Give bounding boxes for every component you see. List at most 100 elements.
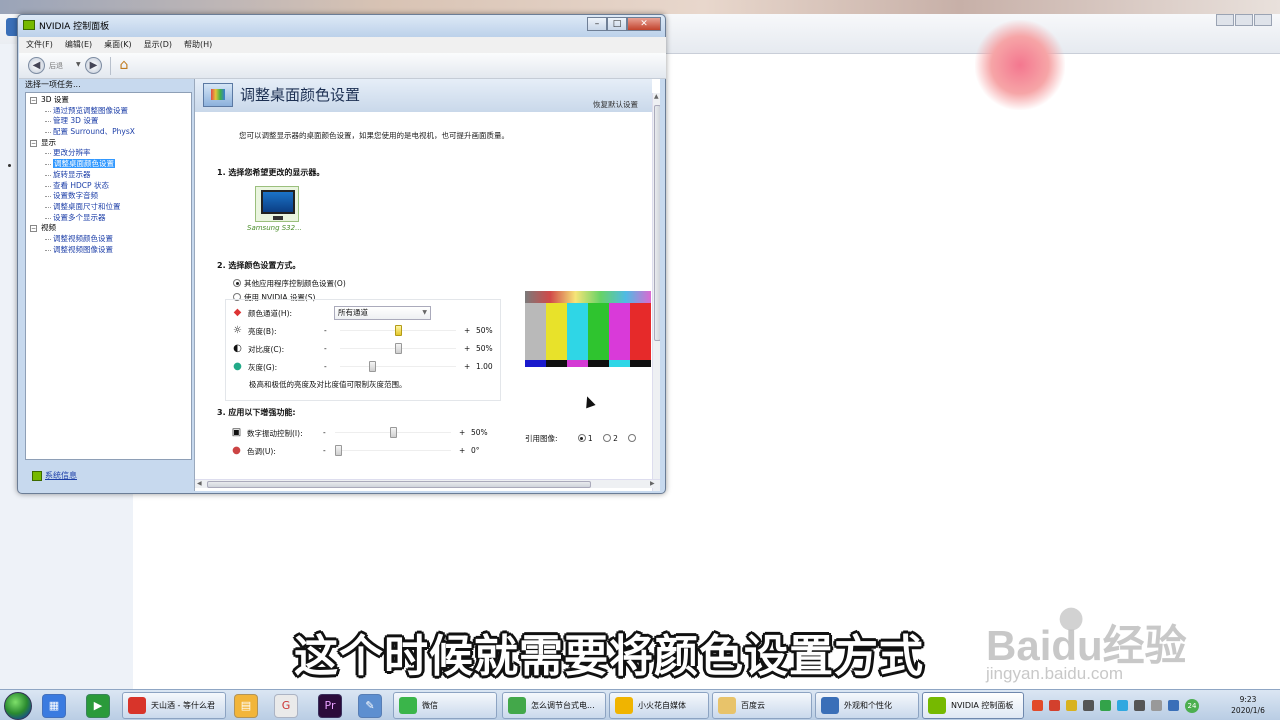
tree-item[interactable]: 管理 3D 设置 (26, 116, 191, 127)
back-history-dropdown-icon[interactable]: ▼ (76, 61, 81, 68)
menu-display[interactable]: 显示(D) (144, 37, 172, 53)
minimize-button[interactable]: – (587, 17, 607, 31)
radio-button[interactable] (628, 434, 637, 442)
tray-sogou-icon[interactable] (1032, 700, 1043, 711)
brightness-slider[interactable] (340, 325, 456, 336)
tree-item[interactable]: 调整视频颜色设置 (26, 234, 191, 245)
radio-button[interactable] (603, 434, 612, 442)
display-selector[interactable] (255, 186, 299, 222)
gamma-minus[interactable]: - (324, 362, 327, 371)
contrast-slider-thumb[interactable] (394, 343, 402, 354)
home-icon[interactable]: ⌂ (115, 56, 133, 74)
bg-maximize-button[interactable] (1235, 14, 1253, 26)
radio-other-app-control[interactable]: 其他应用程序控制颜色设置(O) (233, 278, 346, 289)
tree-item[interactable]: 调整桌面尺寸和位置 (26, 202, 191, 213)
taskbar-button-personalization[interactable]: 外观和个性化 (815, 692, 919, 719)
horizontal-scrollbar[interactable]: ◀ ▶ (195, 479, 660, 488)
tray-icon[interactable] (1168, 700, 1179, 711)
system-info-link[interactable]: 系统信息 (32, 470, 77, 481)
tray-network-icon[interactable] (1083, 700, 1094, 711)
bg-minimize-button[interactable] (1216, 14, 1234, 26)
tree-item[interactable]: 设置数字音频 (26, 191, 191, 202)
reference-image-option-2[interactable]: 2 (603, 434, 618, 443)
tree-item[interactable]: 通过预览调整图像设置 (26, 106, 191, 117)
collapse-icon[interactable]: − (30, 139, 37, 147)
tray-chat-icon[interactable] (1117, 700, 1128, 711)
collapse-icon[interactable]: − (30, 97, 37, 104)
files-app-icon[interactable]: ▤ (234, 694, 258, 718)
vertical-scrollbar[interactable]: ▲ ▼ (652, 93, 660, 491)
tree-category[interactable]: − 视频 (26, 223, 191, 234)
radio-button-selected[interactable] (233, 279, 241, 287)
contrast-minus[interactable]: - (324, 344, 327, 353)
tree-item[interactable]: 更改分辨率 (26, 148, 191, 159)
menu-desktop[interactable]: 桌面(K) (104, 37, 132, 53)
vertical-scroll-thumb[interactable] (654, 105, 660, 341)
taskbar-button-wechat[interactable]: 微信 (393, 692, 497, 719)
horizontal-scroll-thumb[interactable] (207, 481, 591, 488)
vibrance-slider[interactable] (335, 427, 451, 438)
start-button[interactable] (4, 692, 32, 720)
vibrance-minus[interactable]: - (323, 428, 326, 437)
menu-file[interactable]: 文件(F) (26, 37, 53, 53)
scroll-left-arrow-icon[interactable]: ◀ (197, 480, 202, 487)
taskbar-button-media[interactable]: 小火花自媒体 (609, 692, 709, 719)
brightness-slider-thumb[interactable] (394, 325, 402, 336)
brightness-minus[interactable]: - (324, 326, 327, 335)
scroll-up-arrow-icon[interactable]: ▲ (654, 93, 659, 100)
bg-close-button[interactable] (1254, 14, 1272, 26)
maximize-button[interactable]: □ (607, 17, 627, 31)
back-arrow-icon[interactable]: ◀ (28, 57, 45, 74)
window-titlebar[interactable]: NVIDIA 控制面板 – □ ✕ (18, 15, 665, 37)
tree-item[interactable]: 设置多个显示器 (26, 213, 191, 224)
tray-app-icon[interactable] (1049, 700, 1060, 711)
hue-minus[interactable]: - (323, 446, 326, 455)
tray-green-icon[interactable] (1100, 700, 1111, 711)
gamma-slider-thumb[interactable] (369, 361, 377, 372)
test-pattern-swatch (546, 303, 567, 360)
tree-category[interactable]: −3D 设置 (26, 95, 191, 106)
taskbar-button-baidu-cloud[interactable]: 百度云 (712, 692, 812, 719)
collapse-icon[interactable]: − (30, 225, 37, 233)
menu-help[interactable]: 帮助(H) (184, 37, 212, 53)
notification-badge[interactable]: 24 (1185, 698, 1199, 713)
tree-item[interactable]: 调整桌面颜色设置 (26, 159, 191, 170)
tree-item[interactable]: 调整视频图像设置 (26, 245, 191, 256)
reference-image-option-3[interactable] (628, 434, 638, 443)
reference-image-option-1[interactable]: 1 (577, 434, 593, 443)
taskbar-button-music[interactable]: 天山酒 - 等什么君 (122, 692, 226, 719)
radio-button-selected[interactable] (577, 434, 586, 442)
vibrance-plus[interactable]: + (459, 428, 465, 437)
tray-app-icon[interactable] (1066, 700, 1077, 711)
forward-arrow-icon[interactable]: ▶ (85, 57, 102, 74)
contrast-plus[interactable]: + (464, 344, 470, 353)
taskbar-button-browser[interactable]: 怎么调节台式电... (502, 692, 606, 719)
contrast-slider[interactable] (340, 343, 456, 354)
close-button[interactable]: ✕ (627, 17, 661, 31)
premiere-icon[interactable]: Pr (318, 694, 342, 718)
hue-slider[interactable] (335, 445, 451, 456)
gom-player-icon[interactable]: G (274, 694, 298, 718)
tray-icon[interactable] (1151, 700, 1162, 711)
gamma-plus[interactable]: + (464, 362, 470, 371)
brightness-plus[interactable]: + (464, 326, 470, 335)
vibrance-slider-thumb[interactable] (389, 427, 397, 438)
tree-category[interactable]: − 显示 (26, 138, 191, 149)
explorer-icon[interactable]: ▦ (42, 694, 66, 718)
tree-item[interactable]: 查看 HDCP 状态 (26, 181, 191, 192)
taskbar-button-nvidia[interactable]: NVIDIA 控制面板 (922, 692, 1024, 719)
hue-plus[interactable]: + (459, 446, 465, 455)
taskbar-clock[interactable]: 9:23 2020/1/6 (1222, 694, 1274, 716)
gamma-slider[interactable] (340, 361, 456, 372)
tree-item[interactable]: 配置 Surround、PhysX (26, 127, 191, 138)
color-channel-select[interactable]: 所有通道 ▼ (334, 306, 431, 320)
tray-volume-icon[interactable] (1134, 700, 1145, 711)
back-label[interactable]: 后退 (49, 61, 63, 71)
hue-slider-thumb[interactable] (335, 445, 342, 456)
tree-item[interactable]: 旋转显示器 (26, 170, 191, 181)
media-player-icon[interactable]: ▶ (86, 694, 110, 718)
menu-edit[interactable]: 编辑(E) (65, 37, 92, 53)
pen-app-icon[interactable]: ✎ (358, 694, 382, 718)
restore-defaults-link[interactable]: 恢复默认设置 (593, 99, 638, 110)
scroll-right-arrow-icon[interactable]: ▶ (650, 480, 655, 487)
